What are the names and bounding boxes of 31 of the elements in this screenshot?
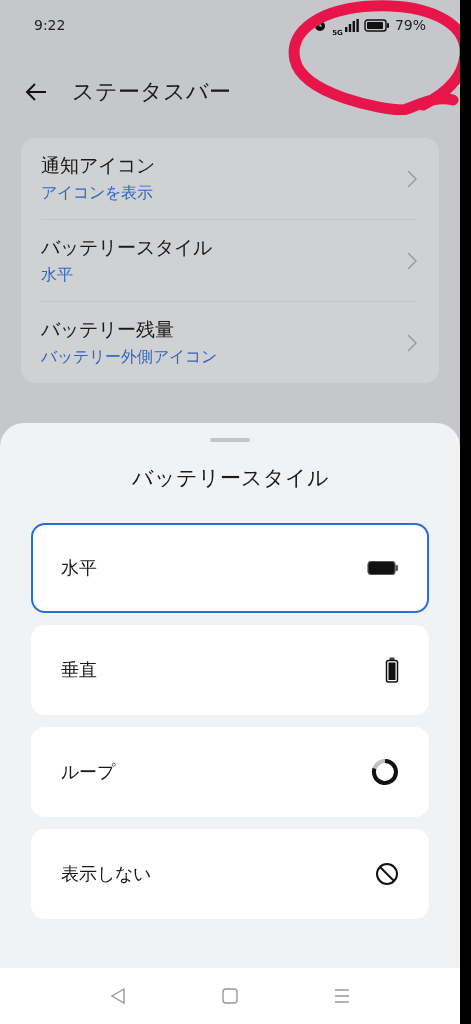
back-arrow-icon[interactable] [24,82,48,102]
battery-icon [363,18,390,32]
vertical-battery-icon [385,657,399,683]
settings-row[interactable]: バッテリー残量 バッテリー外側アイコン [41,301,417,383]
ring-icon [371,758,399,786]
status-time: 9:22 [34,17,66,33]
chevron-icon [407,251,417,270]
setting-label: バッテリー残量 [41,317,175,342]
style-option[interactable]: ループ [31,727,429,817]
menu-icon[interactable] [334,988,350,1004]
battery-percent: 79% [394,17,426,33]
setting-value: バッテリー外側アイコン [41,347,217,368]
setting-value: アイコンを表示 [41,183,154,204]
setting-label: 通知アイコン [41,153,155,178]
style-option[interactable]: 表示しない [31,829,429,919]
style-option[interactable]: 水平 [31,523,429,613]
settings-row[interactable]: バッテリースタイル 水平 [41,219,417,301]
settings-row[interactable]: 通知アイコン アイコンを表示 [41,138,417,219]
horizontal-battery-icon [367,560,399,576]
setting-label: バッテリースタイル [41,235,212,260]
back-nav-icon[interactable] [110,987,126,1005]
drag-handle[interactable] [210,438,250,442]
signal-icon [344,18,359,32]
chevron-icon [407,169,417,188]
chevron-icon [407,333,417,352]
home-nav-icon[interactable] [222,988,238,1004]
prohibited-icon [375,862,399,886]
style-option[interactable]: 垂直 [31,625,429,715]
sheet-title: バッテリースタイル [131,465,329,492]
page-title: ステータスバー [72,78,231,106]
setting-value: 水平 [41,265,74,286]
